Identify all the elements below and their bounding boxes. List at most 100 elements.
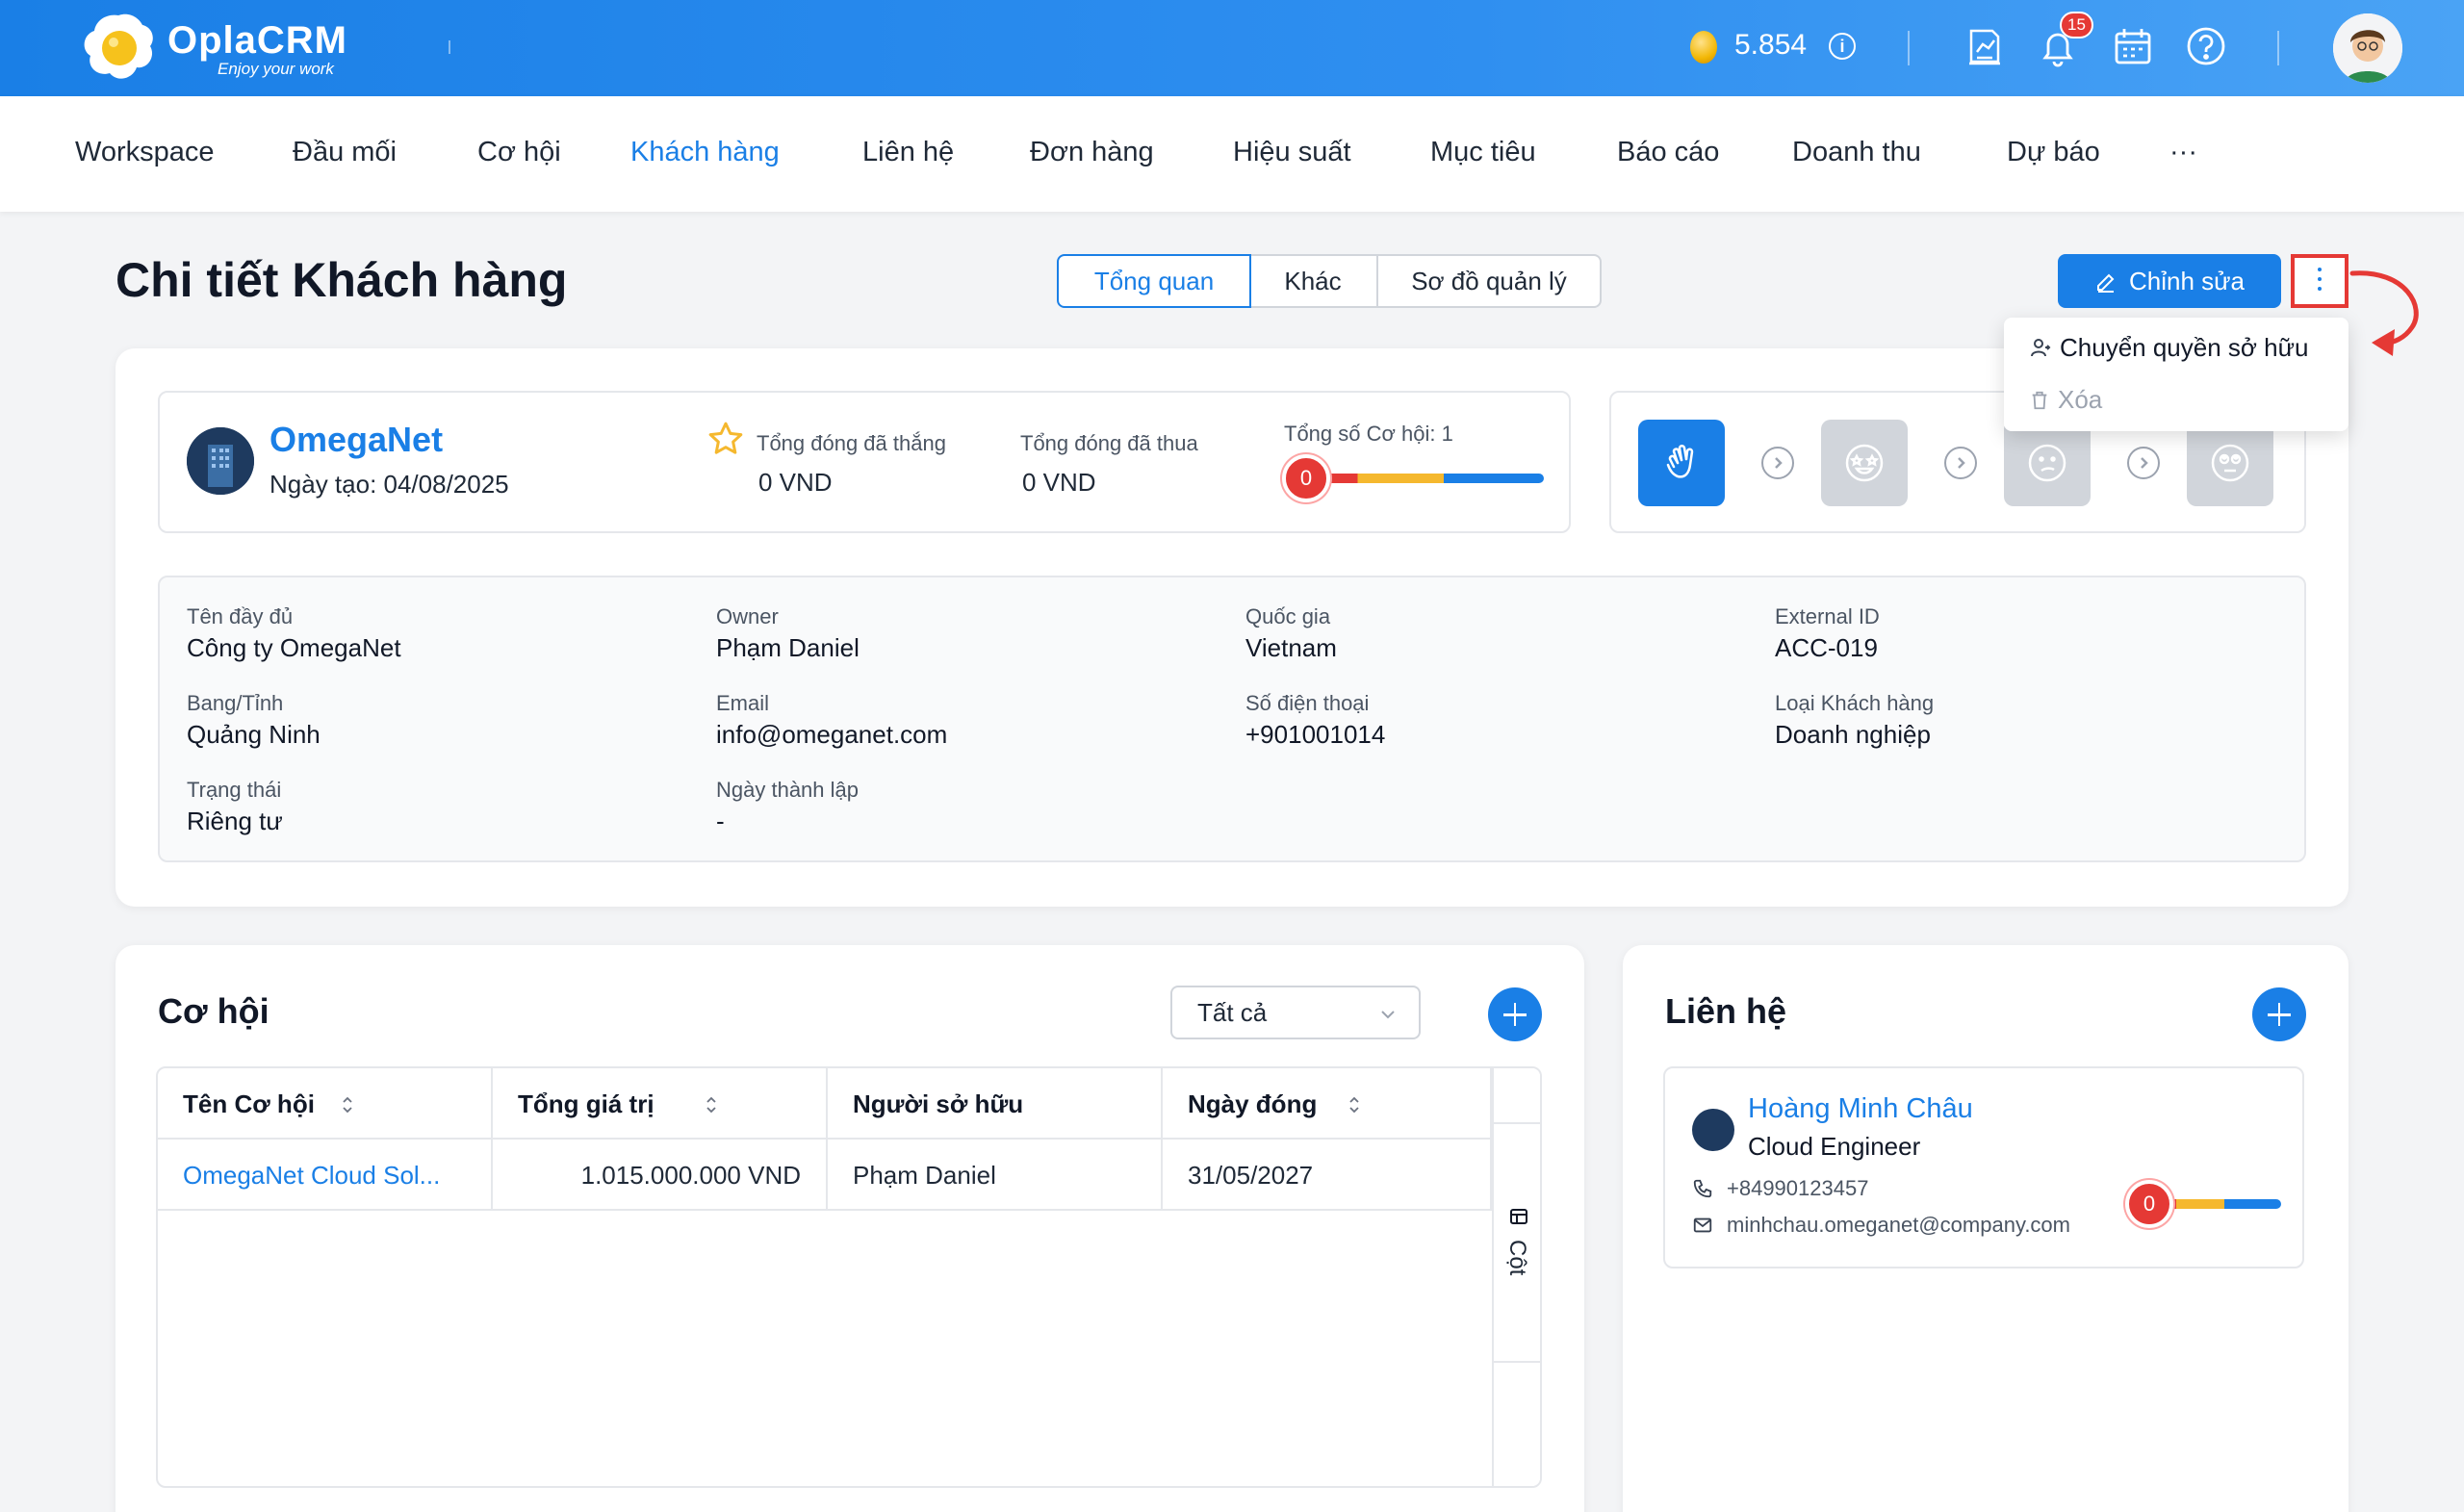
nav-performance[interactable]: Hiệu suất [1233, 137, 1351, 168]
calendar-icon[interactable] [2112, 25, 2154, 67]
founded-value: - [716, 807, 725, 835]
table-cell-close-date: 31/05/2027 [1163, 1140, 1492, 1211]
opportunities-card: Cơ hội Tất cả Tên Cơ hội Tổng giá trị Ng… [116, 945, 1584, 1512]
contact-email: minhchau.omeganet@company.com [1692, 1213, 2070, 1238]
stage-hand-wave[interactable] [1638, 420, 1725, 506]
owner-value: Phạm Daniel [716, 633, 860, 662]
lost-total-value: 0 VND [1022, 468, 1096, 497]
phone-value: +901001014 [1245, 720, 1386, 749]
mail-icon [1693, 1217, 1712, 1233]
contact-card[interactable]: Hoàng Minh Châu Cloud Engineer +84990123… [1663, 1066, 2304, 1269]
tab-other[interactable]: Khác [1249, 254, 1378, 308]
won-total-value: 0 VND [758, 468, 833, 497]
nav-reports[interactable]: Báo cáo [1617, 137, 1719, 168]
help-icon[interactable] [2185, 25, 2227, 67]
stage-rolling-eyes[interactable] [2187, 420, 2273, 506]
founded-label: Ngày thành lập [716, 778, 859, 802]
add-opportunity-button[interactable] [1488, 987, 1542, 1041]
nav-more[interactable]: ··· [2169, 137, 2197, 168]
starstruck-face-icon [1845, 444, 1884, 482]
opportunity-filter-select[interactable]: Tất cả [1170, 986, 1421, 1039]
columns-toggle[interactable]: Cột [1492, 1068, 1540, 1486]
account-name[interactable]: OmegaNet [270, 420, 443, 460]
tab-org-chart[interactable]: Sơ đồ quản lý [1376, 254, 1602, 308]
nav-orders[interactable]: Đơn hàng [1030, 137, 1154, 168]
contact-role: Cloud Engineer [1748, 1132, 1921, 1161]
nav-opportunities[interactable]: Cơ hội [477, 137, 561, 168]
country-label: Quốc gia [1245, 604, 1331, 628]
main-nav: Workspace Đầu mối Cơ hội Khách hàng Liên… [0, 96, 2464, 212]
email-value: info@omeganet.com [716, 720, 948, 749]
contact-name[interactable]: Hoàng Minh Châu [1748, 1093, 1973, 1125]
opportunities-table: Tên Cơ hội Tổng giá trị Người sở hữu Ngà… [156, 1066, 1542, 1488]
account-type-value: Doanh nghiệp [1775, 720, 1931, 749]
pencil-icon [2096, 273, 2115, 293]
nav-contacts[interactable]: Liên hệ [862, 137, 954, 168]
more-actions-button[interactable] [2291, 254, 2348, 308]
contact-phone: +84990123457 [1692, 1176, 1868, 1201]
columns-toggle-label: Cột [1504, 1240, 1530, 1276]
page-title: Chi tiết Khách hàng [116, 253, 568, 307]
table-cell-value: 1.015.000.000 VND [493, 1140, 828, 1211]
edit-button-label: Chỉnh sửa [2128, 267, 2246, 295]
nav-goals[interactable]: Mục tiêu [1430, 137, 1536, 168]
table-cell-opportunity-name[interactable]: OmegaNet Cloud Sol... [158, 1140, 493, 1211]
menu-delete[interactable]: Xóa [2029, 385, 2102, 415]
column-header-value[interactable]: Tổng giá trị [493, 1068, 828, 1140]
edit-button[interactable]: Chỉnh sửa [2058, 254, 2281, 308]
chevron-right-icon [1944, 447, 1977, 479]
column-header-owner[interactable]: Người sở hữu [828, 1068, 1163, 1140]
account-avatar [187, 427, 254, 495]
tab-overview[interactable]: Tổng quan [1057, 254, 1251, 308]
kebab-icon [2318, 268, 2322, 296]
brand-tagline: Enjoy your work [218, 60, 334, 78]
info-icon[interactable]: i [1829, 33, 1856, 60]
menu-delete-label: Xóa [2058, 385, 2103, 414]
columns-icon [1510, 1209, 1527, 1224]
owner-label: Owner [716, 604, 779, 628]
chevron-right-icon [1761, 447, 1794, 479]
opportunities-title: Cơ hội [158, 991, 270, 1031]
coin-balance: 5.854 [1734, 29, 1808, 61]
email-label: Email [716, 691, 770, 715]
more-actions-menu: Chuyển quyền sở hữu Xóa [2004, 318, 2348, 431]
oplacrm-logo[interactable] [79, 10, 158, 87]
nav-forecast[interactable]: Dự báo [2007, 137, 2100, 168]
full-name-value: Công ty OmegaNet [187, 633, 401, 662]
stage-starstruck[interactable] [1821, 420, 1908, 506]
add-contact-button[interactable] [2252, 987, 2306, 1041]
external-id-label: External ID [1775, 604, 1880, 628]
annotation-arrow-icon [2349, 270, 2419, 356]
account-type-label: Loại Khách hàng [1775, 691, 1935, 715]
columns-toggle-panel: Cột [1494, 1122, 1540, 1363]
country-value: Vietnam [1245, 633, 1337, 662]
won-total-label: Tổng đóng đã thắng [757, 431, 946, 455]
sort-icon [343, 1096, 352, 1114]
nav-leads[interactable]: Đầu mối [293, 137, 397, 168]
contact-score-circle: 0 [2125, 1180, 2173, 1228]
contacts-title: Liên hệ [1665, 991, 1787, 1031]
neutral-face-icon [2028, 444, 2066, 482]
nav-revenue[interactable]: Doanh thu [1792, 137, 1921, 168]
stage-neutral[interactable] [2004, 420, 2091, 506]
report-icon[interactable] [1964, 25, 2006, 67]
nav-accounts[interactable]: Khách hàng [630, 137, 780, 168]
nav-workspace[interactable]: Workspace [75, 137, 215, 168]
lost-total-label: Tổng đóng đã thua [1020, 431, 1198, 455]
column-header-close-date[interactable]: Ngày đóng [1163, 1068, 1492, 1140]
menu-transfer-owner[interactable]: Chuyển quyền sở hữu [2029, 333, 2309, 363]
user-avatar[interactable] [2333, 13, 2402, 83]
user-transfer-icon [2031, 339, 2051, 357]
phone-label: Số điện thoại [1245, 691, 1370, 715]
contacts-card: Liên hệ Hoàng Minh Châu Cloud Engineer +… [1623, 945, 2348, 1512]
account-details: Tên đầy đủ Công ty OmegaNet Owner Phạm D… [158, 576, 2306, 862]
star-icon[interactable] [706, 420, 745, 463]
rolling-eyes-face-icon [2211, 444, 2249, 482]
sort-icon [706, 1096, 716, 1114]
notification-badge: 15 [2060, 12, 2093, 38]
divider [2277, 31, 2279, 65]
divider [449, 40, 450, 54]
column-header-name[interactable]: Tên Cơ hội [158, 1068, 493, 1140]
opportunity-count-label: Tổng số Cơ hội: 1 [1284, 422, 1453, 446]
account-summary: OmegaNet Ngày tạo: 04/08/2025 Tổng đóng … [158, 391, 1571, 533]
